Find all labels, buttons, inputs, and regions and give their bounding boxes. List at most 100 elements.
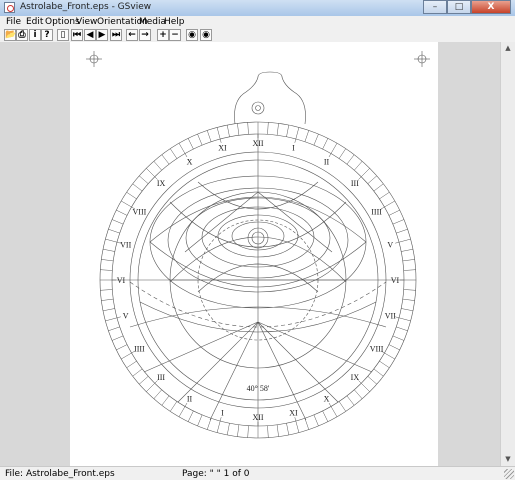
print-icon[interactable]: ⎙ <box>16 29 28 41</box>
forward-icon[interactable]: → <box>139 29 151 41</box>
rim-tick <box>338 401 347 412</box>
hour-numeral: IX <box>157 179 166 188</box>
info-icon[interactable]: i <box>29 29 41 41</box>
menu-media[interactable]: Media <box>139 17 166 27</box>
next-page-icon[interactable]: ▶ <box>96 29 108 41</box>
rim-tick <box>373 183 384 192</box>
hour-numeral: VII <box>120 241 131 250</box>
rim-tick <box>139 175 149 184</box>
hour-numeral: XII <box>252 139 263 148</box>
title-bar: Astrolabe_Front.eps - GSview – □ X <box>0 0 515 17</box>
rim-tick <box>216 417 222 433</box>
rim-tick <box>294 417 300 433</box>
rim-tick <box>169 148 178 159</box>
hour-numeral: V <box>123 312 129 321</box>
hour-numeral: IIII <box>371 208 382 217</box>
rim-tick <box>294 127 300 143</box>
view-alt-icon[interactable]: ◉ <box>200 29 212 41</box>
rim-tick <box>206 418 212 430</box>
help-icon[interactable]: ? <box>41 29 53 41</box>
rim-tick <box>237 424 240 437</box>
rim-tick <box>322 138 329 150</box>
back-icon[interactable]: ← <box>126 29 138 41</box>
rim-tick <box>388 344 400 351</box>
hour-numeral: II <box>187 395 193 404</box>
hour-numeral: I <box>221 408 224 417</box>
scroll-up-icon[interactable]: ▲ <box>502 42 514 55</box>
rim-tick <box>304 418 310 430</box>
rim-tick <box>139 376 149 385</box>
view-icon[interactable]: ◉ <box>186 29 198 41</box>
hour-numeral: III <box>157 373 165 382</box>
rim-tick <box>226 124 230 137</box>
status-page: Page: " " 1 of 0 <box>182 469 250 479</box>
zoom-in-icon[interactable]: + <box>157 29 169 41</box>
rim-tick <box>197 414 203 427</box>
window-controls: – □ X <box>423 0 511 14</box>
maximize-button[interactable]: □ <box>447 0 471 14</box>
menu-help[interactable]: Help <box>164 17 185 27</box>
rim-tick <box>402 298 415 301</box>
gsview-app-icon[interactable] <box>4 2 15 13</box>
rim-tick <box>286 124 290 137</box>
rim-tick <box>187 410 194 422</box>
rim-tick <box>206 130 212 142</box>
rim-tick <box>403 289 416 291</box>
rim-tick <box>358 380 370 392</box>
hour-numeral: II <box>324 157 330 166</box>
rim-tick <box>116 344 128 351</box>
rim-tick <box>354 161 363 171</box>
rim-tick <box>367 376 377 385</box>
menu-options[interactable]: Options <box>45 17 80 27</box>
menu-edit[interactable]: Edit <box>26 17 43 27</box>
rim-tick <box>379 191 390 200</box>
rim-tick <box>358 168 370 180</box>
rim-tick <box>396 228 408 234</box>
minimize-button[interactable]: – <box>423 0 447 14</box>
rim-tick <box>100 289 113 291</box>
hour-numeral: X <box>187 157 193 166</box>
rim-tick <box>267 425 269 438</box>
rim-tick <box>313 133 319 146</box>
prev-page-icon[interactable]: ◀ <box>84 29 96 41</box>
vertical-scrollbar[interactable]: ▲ ▼ <box>500 42 515 466</box>
rim-tick <box>346 154 355 165</box>
rim-tick <box>379 360 390 369</box>
rim-tick <box>247 425 249 438</box>
resize-grip-icon[interactable] <box>504 469 514 479</box>
rim-tick <box>395 316 411 322</box>
hour-numeral: VII <box>385 312 396 321</box>
rim-tick <box>373 368 384 377</box>
hour-numeral: III <box>351 179 359 188</box>
rim-tick <box>132 183 143 192</box>
rim-tick <box>102 248 115 252</box>
scroll-down-icon[interactable]: ▼ <box>502 453 514 466</box>
first-page-icon[interactable]: ⏮ <box>71 29 83 41</box>
astrolabe-drawing: XIIIIIIIIIIIIVVIVIIVIIIIXXXIXIIIIIIIIIII… <box>86 51 430 439</box>
menu-view[interactable]: View <box>76 17 97 27</box>
rim-tick <box>403 269 416 271</box>
hour-numeral: IIII <box>134 345 145 354</box>
rim-tick <box>313 414 319 427</box>
status-file: File: Astrolabe_Front.eps <box>5 469 115 479</box>
document-viewport[interactable]: XII I II III IIII V VI VII VIII IX X XI XII I II III III… <box>0 42 500 466</box>
hour-numeral: XII <box>252 413 263 422</box>
rim-tick <box>153 161 162 171</box>
rim-tick <box>132 368 143 377</box>
window-title: Astrolabe_Front.eps - GSview <box>20 2 152 12</box>
rim-tick <box>276 123 279 136</box>
document-page: XII I II III IIII V VI VII VIII IX X XI XII I II III III… <box>70 42 438 466</box>
open-icon[interactable]: 📂 <box>4 29 16 41</box>
close-button[interactable]: X <box>471 0 511 14</box>
rim-tick <box>395 238 411 244</box>
rim-tick <box>102 308 115 312</box>
rim-tick <box>216 127 222 143</box>
hour-numeral: I <box>292 144 295 153</box>
menu-file[interactable]: File <box>6 17 21 27</box>
page-goto-icon[interactable]: ▯ <box>57 29 69 41</box>
last-page-icon[interactable]: ⏭ <box>110 29 122 41</box>
rim-tick <box>402 259 415 262</box>
zoom-out-icon[interactable]: − <box>169 29 181 41</box>
rim-tick <box>101 259 114 262</box>
rim-tick <box>267 122 269 135</box>
